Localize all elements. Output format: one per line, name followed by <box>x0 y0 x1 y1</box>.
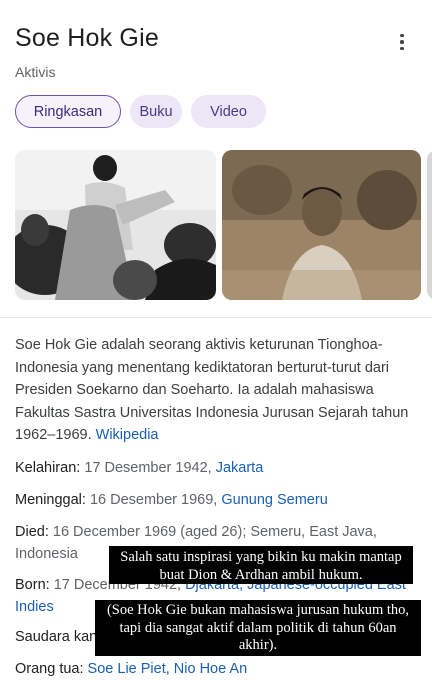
fact-value: 16 Desember 1969, <box>89 492 222 508</box>
fact-key: Born: <box>15 577 54 593</box>
overlay-caption-first: Salah satu inspirasi yang bikin ku makin… <box>109 546 413 584</box>
description-text: Soe Hok Gie adalah seorang aktivis ketur… <box>15 337 409 443</box>
more-vert-icon[interactable] <box>392 32 412 52</box>
entity-title: Soe Hok Gie <box>15 24 159 52</box>
fact-key: Orang tua: <box>15 661 88 677</box>
photo-group[interactable] <box>15 150 216 300</box>
tab-ringkasan[interactable]: Ringkasan <box>15 95 121 128</box>
fact-meninggal: Meninggal: 16 Desember 1969, Gunung Seme… <box>15 490 420 512</box>
tab-video[interactable]: Video <box>191 95 266 128</box>
fact-link-jakarta[interactable]: Jakarta <box>216 460 264 476</box>
wikipedia-link[interactable]: Wikipedia <box>96 427 159 443</box>
fact-key: Saudara kan <box>15 629 98 645</box>
fact-key: Kelahiran: <box>15 460 85 476</box>
fact-value: 17 Desember 1942, <box>84 460 216 476</box>
tab-bar: Ringkasan Buku Video <box>15 95 266 128</box>
fact-key: Died: <box>15 524 53 540</box>
fact-kelahiran: Kelahiran: 17 Desember 1942, Jakarta <box>15 458 420 480</box>
entity-subtitle: Aktivis <box>15 64 56 80</box>
historical-photo-group <box>15 150 216 300</box>
photo-portrait[interactable] <box>222 150 421 300</box>
tab-buku[interactable]: Buku <box>130 95 182 128</box>
photo-carousel[interactable] <box>15 150 432 300</box>
fact-key: Meninggal: <box>15 492 90 508</box>
fact-link-gunung-semeru[interactable]: Gunung Semeru <box>221 492 327 508</box>
historical-photo-portrait <box>222 150 421 300</box>
overlay-caption-second: (Soe Hok Gie bukan mahasiswa jurusan huk… <box>95 600 421 656</box>
section-divider <box>0 317 432 318</box>
photo-next-peek[interactable] <box>427 150 432 300</box>
fact-orang-tua: Orang tua: Soe Lie Piet, Nio Hoe An <box>15 659 420 680</box>
fact-link-parents[interactable]: Soe Lie Piet, Nio Hoe An <box>88 661 248 677</box>
entity-description: Soe Hok Gie adalah seorang aktivis ketur… <box>15 334 420 447</box>
